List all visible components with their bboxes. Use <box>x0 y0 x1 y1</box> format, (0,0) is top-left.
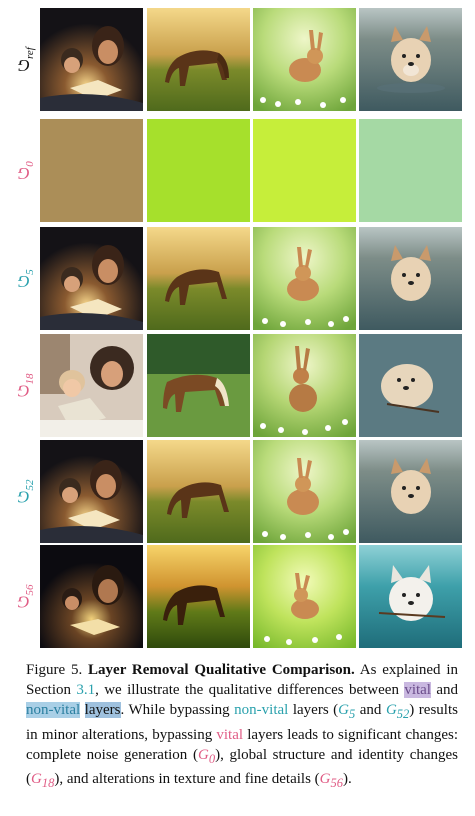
highlight-non-vital: non-vital <box>26 702 81 719</box>
image-horse-g56 <box>147 545 250 648</box>
image-horse-g0 <box>147 119 250 222</box>
image-rabbit-g56 <box>253 545 356 648</box>
image-reading-g5 <box>40 227 143 330</box>
symbol-g5: G5 <box>338 702 356 722</box>
image-reading-ref <box>40 8 143 111</box>
figure-caption: Figure 5. Layer Removal Qualitative Comp… <box>26 662 459 791</box>
image-reading-g18 <box>40 334 143 437</box>
image-dog-g5 <box>359 227 462 330</box>
row-label-g5: G5 <box>17 269 37 292</box>
image-rabbit-g18 <box>253 334 356 437</box>
image-horse-g52 <box>147 440 250 543</box>
image-dog-g52 <box>359 440 462 543</box>
image-dog-g18 <box>359 334 462 437</box>
image-reading-g52 <box>40 440 143 543</box>
vital-term: vital <box>216 726 244 743</box>
caption-title: Layer Removal Qualitative Comparison. <box>88 662 355 678</box>
figure-grid: Gref G0 G5 G18 G52 G56 <box>0 0 475 650</box>
row-label-gref: Gref <box>17 47 37 76</box>
symbol-g18: G18 <box>31 771 55 791</box>
image-dog-g0 <box>359 119 462 222</box>
image-dog-g56 <box>359 545 462 648</box>
non-vital-term: non-vital <box>234 702 289 719</box>
row-label-g56: G56 <box>17 584 37 612</box>
section-link[interactable]: 3.1 <box>76 682 95 698</box>
symbol-g56: G56 <box>319 771 344 791</box>
image-rabbit-g0 <box>253 119 356 222</box>
figure-number: Figure 5. <box>26 662 83 678</box>
image-rabbit-g5 <box>253 227 356 330</box>
image-horse-g18 <box>147 334 250 437</box>
symbol-g52: G52 <box>385 702 410 722</box>
row-label-g0: G0 <box>17 161 37 184</box>
row-label-g18: G18 <box>17 373 37 401</box>
symbol-g0: G0 <box>197 746 216 766</box>
highlight-vital: vital <box>404 682 431 699</box>
image-reading-g0 <box>40 119 143 222</box>
image-rabbit-g52 <box>253 440 356 543</box>
image-rabbit-ref <box>253 8 356 111</box>
row-label-g52: G52 <box>17 479 37 507</box>
highlight-layers: layers <box>84 702 121 719</box>
image-horse-ref <box>147 8 250 111</box>
image-horse-g5 <box>147 227 250 330</box>
image-dog-ref <box>359 8 462 111</box>
image-reading-g56 <box>40 545 143 648</box>
